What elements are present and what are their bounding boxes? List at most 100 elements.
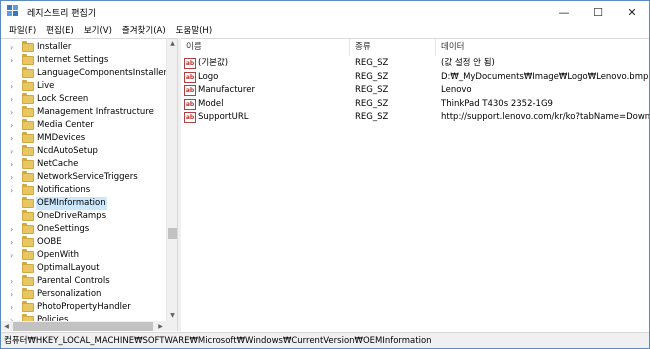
tree-item-label[interactable]: MMDevices [36,132,86,145]
tree-horizontal-scrollbar[interactable]: ◀ ▶ [1,321,177,331]
close-button[interactable]: ✕ [615,1,649,23]
scroll-left-arrow-icon[interactable]: ◀ [1,321,12,331]
tree-item-label[interactable]: Lock Screen [36,93,89,106]
value-type: REG_SZ [355,112,389,122]
tree-item[interactable]: › NetCache [1,158,166,171]
tree-item[interactable]: › Media Center [1,119,166,132]
tree-item-label[interactable]: NetworkServiceTriggers [36,171,139,184]
tree-item[interactable]: › Internet Settings [1,54,166,67]
tree-item-label[interactable]: OptimalLayout [36,262,101,275]
tree-item[interactable]: OEMInformation [1,197,166,210]
status-bar-path: 컴퓨터₩HKEY_LOCAL_MACHINE₩SOFTWARE₩Microsof… [1,332,649,348]
scroll-down-arrow-icon[interactable]: ▼ [167,311,177,321]
tree-item-label[interactable]: Media Center [36,119,95,132]
tree-item[interactable]: › Personalization [1,288,166,301]
expand-arrow-icon[interactable]: › [10,290,18,299]
value-row[interactable]: ab Logo REG_SZ D:₩_MyDocuments₩Image₩Logo₩L… [181,71,649,84]
menu-view[interactable]: 보기(V) [79,24,117,36]
expand-arrow-icon[interactable]: › [10,251,18,260]
expand-arrow-icon[interactable]: › [10,43,18,52]
tree-item-label[interactable]: Parental Controls [36,275,111,288]
tree-item[interactable]: › Live [1,80,166,93]
folder-icon [22,223,34,234]
value-type: REG_SZ [355,58,389,68]
expand-arrow-icon[interactable]: › [10,121,18,130]
tree-vertical-scrollbar[interactable]: ▲ ▼ [166,39,177,321]
tree-item-label[interactable]: Installer [36,41,72,54]
expand-arrow-icon[interactable]: › [10,134,18,143]
minimize-button[interactable]: — [547,1,581,23]
column-header-data[interactable]: 데이터 [436,39,649,56]
menu-edit[interactable]: 편집(E) [41,24,79,36]
expand-arrow-icon[interactable]: › [10,160,18,169]
value-type: REG_SZ [355,85,389,95]
tree-item-label[interactable]: OneDriveRamps [36,210,107,223]
tree-item[interactable]: › Management Infrastructure [1,106,166,119]
value-data: (값 설정 안 됨) [441,58,495,68]
folder-icon [22,171,34,182]
value-name: SupportURL [198,112,249,122]
column-header-name[interactable]: 이름 [181,39,350,56]
key-tree-pane[interactable]: › Installer › Internet Settings LanguageComp… [1,38,177,331]
tree-item[interactable]: › NetworkServiceTriggers [1,171,166,184]
expand-arrow-icon[interactable]: › [10,82,18,91]
menu-favorites[interactable]: 즐겨찾기(A) [117,24,171,36]
expand-arrow-icon[interactable]: › [10,147,18,156]
tree-item-label[interactable]: OEMInformation [36,197,107,210]
expand-arrow-icon[interactable]: › [10,277,18,286]
expand-arrow-icon[interactable]: › [10,225,18,234]
tree-item-label[interactable]: Notifications [36,184,91,197]
tree-item-label[interactable]: Personalization [36,288,102,301]
folder-icon [22,288,34,299]
tree-item-label[interactable]: OneSettings [36,223,90,236]
tree-scroll-thumb[interactable] [168,228,177,239]
column-header-type[interactable]: 종류 [350,39,436,56]
tree-item[interactable]: › Notifications [1,184,166,197]
value-row[interactable]: ab SupportURL REG_SZ http://support.lenovo.… [181,111,649,124]
expand-arrow-icon[interactable]: › [10,173,18,182]
tree-item[interactable]: › Lock Screen [1,93,166,106]
tree-item[interactable]: › OpenWith [1,249,166,262]
tree-item-label[interactable]: OpenWith [36,249,80,262]
tree-hscroll-thumb[interactable] [13,322,153,331]
registry-editor-window: 레지스트리 편집기 — ☐ ✕ 파일(F) 편집(E) 보기(V) 즐겨찾기(A… [0,0,650,349]
tree-item[interactable]: › OOBE [1,236,166,249]
tree-item-label[interactable]: NcdAutoSetup [36,145,99,158]
tree-item[interactable]: OptimalLayout [1,262,166,275]
maximize-button[interactable]: ☐ [581,1,615,23]
tree-item[interactable]: LanguageComponentsInstaller [1,67,168,80]
folder-icon [22,54,34,65]
expand-arrow-icon[interactable]: › [10,186,18,195]
values-pane[interactable]: 이름 종류 데이터 ab (기본값) REG_SZ (값 설정 안 됨) ab Logo R… [181,38,649,331]
tree-item[interactable]: › Parental Controls [1,275,166,288]
title-bar[interactable]: 레지스트리 편집기 — ☐ ✕ [1,1,649,23]
scroll-up-arrow-icon[interactable]: ▲ [167,39,177,49]
expand-arrow-icon[interactable]: › [10,303,18,312]
expand-arrow-icon[interactable]: › [10,108,18,117]
tree-item-label[interactable]: Live [36,80,55,93]
expand-arrow-icon[interactable]: › [10,95,18,104]
tree-item[interactable]: › NcdAutoSetup [1,145,166,158]
expand-arrow-icon[interactable]: › [10,56,18,65]
expand-arrow-icon[interactable]: › [10,238,18,247]
menu-file[interactable]: 파일(F) [4,24,41,36]
string-value-icon: ab [184,71,196,83]
tree-item[interactable]: OneDriveRamps [1,210,166,223]
menu-help[interactable]: 도움말(H) [171,24,217,36]
value-row[interactable]: ab Manufacturer REG_SZ Lenovo [181,84,649,97]
tree-item-label[interactable]: LanguageComponentsInstaller [36,67,168,80]
tree-item-label[interactable]: Internet Settings [36,54,109,67]
tree-item[interactable]: › MMDevices [1,132,166,145]
tree-item-label[interactable]: PhotoPropertyHandler [36,301,132,314]
value-row[interactable]: ab (기본값) REG_SZ (값 설정 안 됨) [181,57,649,70]
window-title: 레지스트리 편집기 [27,8,97,19]
tree-item[interactable]: › PhotoPropertyHandler [1,301,166,314]
value-row[interactable]: ab Model REG_SZ ThinkPad T430s 2352-1G9 [181,98,649,111]
tree-item[interactable]: › Installer [1,41,166,54]
scroll-right-arrow-icon[interactable]: ▶ [155,321,166,331]
tree-item-label[interactable]: Management Infrastructure [36,106,155,119]
tree-item[interactable]: › OneSettings [1,223,166,236]
tree-item-label[interactable]: OOBE [36,236,63,249]
tree-item-label[interactable]: NetCache [36,158,79,171]
folder-icon [22,158,34,169]
